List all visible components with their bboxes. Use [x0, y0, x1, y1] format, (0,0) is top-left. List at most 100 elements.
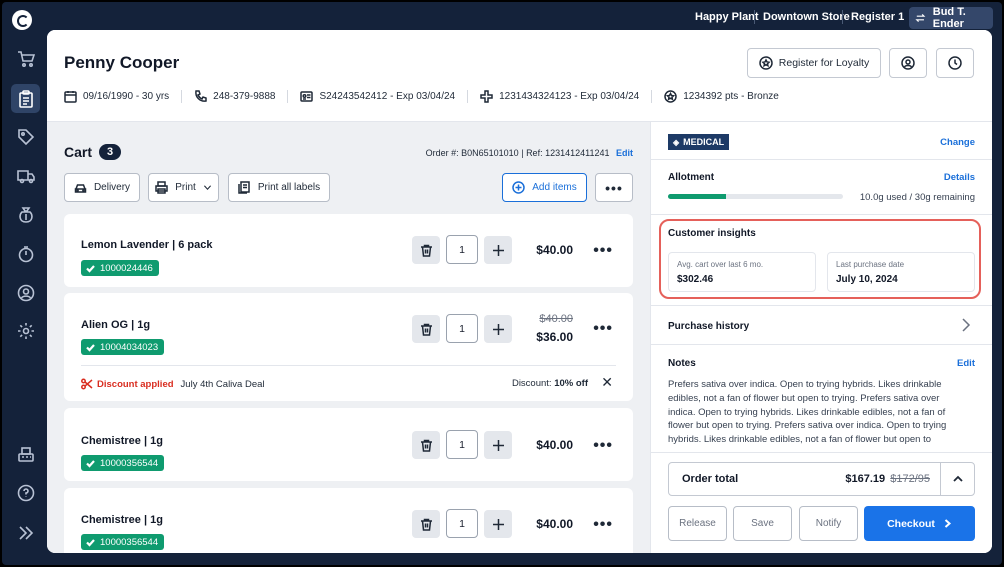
increase-quantity-button[interactable]	[484, 431, 512, 459]
item-more-button[interactable]: •••	[593, 243, 613, 259]
quantity-input[interactable]: 1	[446, 430, 478, 459]
print-dropdown-button[interactable]: Print	[148, 173, 219, 202]
register-icon[interactable]	[15, 443, 37, 465]
change-type-link[interactable]: Change	[940, 137, 975, 148]
app-frame: Happy Plant Downtown Store Register 1 Bu…	[2, 2, 1002, 565]
swap-icon	[915, 14, 926, 22]
customer-profile-button[interactable]	[889, 48, 927, 78]
sku-text: 1000024446	[100, 262, 153, 274]
divider	[842, 10, 843, 24]
quantity-input[interactable]: 1	[446, 235, 478, 264]
purchase-history-row[interactable]: Purchase history	[668, 321, 749, 332]
remove-item-button[interactable]	[412, 236, 440, 264]
sku-badge: 10004034023	[81, 339, 165, 355]
check-icon	[86, 264, 95, 273]
user-switch-button[interactable]: Bud T. Ender	[909, 6, 993, 30]
increase-quantity-button[interactable]	[484, 510, 512, 538]
item-more-button[interactable]: •••	[593, 517, 613, 533]
plus-icon	[492, 439, 504, 451]
cart-icon[interactable]	[15, 48, 37, 70]
remove-item-button[interactable]	[412, 510, 440, 538]
customer-info-row: 09/16/1990 - 30 yrs 248-379-9888 S242435…	[64, 90, 803, 103]
main-panel: Penny Cooper 09/16/1990 - 30 yrs 248-379…	[47, 30, 992, 553]
allotment-progress-bar	[668, 194, 843, 199]
order-number: Order #: B0N65101010	[425, 148, 519, 158]
item-price: $40.00	[536, 438, 573, 452]
divider	[651, 452, 992, 453]
medical-id-info: 1231434324123 - Exp 03/04/24	[480, 90, 653, 103]
edit-notes-link[interactable]: Edit	[957, 358, 975, 369]
clipboard-icon[interactable]	[15, 88, 37, 110]
settings-icon[interactable]	[15, 320, 37, 342]
discount-applied: Discount applied July 4th Caliva Deal	[81, 378, 265, 390]
quantity-input[interactable]: 1	[446, 509, 478, 538]
order-total-bar[interactable]: Order total $167.19 $172/95	[668, 462, 975, 496]
print-all-labels-button[interactable]: Print all labels	[228, 173, 330, 202]
expand-nav-icon[interactable]	[15, 522, 37, 544]
sku-text: 10004034023	[100, 341, 159, 353]
help-icon[interactable]	[15, 482, 37, 504]
cart-more-button[interactable]: •••	[595, 173, 633, 202]
truck-icon[interactable]	[15, 165, 37, 187]
notify-button[interactable]: Notify	[799, 506, 858, 541]
insights-title: Customer insights	[668, 228, 756, 239]
expand-total-button[interactable]	[940, 463, 974, 495]
scissors-icon	[81, 378, 93, 390]
user-profile-icon	[901, 56, 915, 70]
plus-circle-icon	[512, 181, 526, 194]
timer-icon[interactable]	[15, 243, 37, 265]
more-dots-icon: •••	[605, 179, 623, 196]
insight-label: Last purchase date	[836, 260, 905, 269]
allotment-details-link[interactable]: Details	[944, 172, 975, 183]
checkout-button[interactable]: Checkout	[864, 506, 975, 541]
print-all-labels-label: Print all labels	[257, 182, 321, 193]
save-button[interactable]: Save	[733, 506, 792, 541]
increase-quantity-button[interactable]	[484, 236, 512, 264]
phone-icon	[195, 90, 207, 102]
id-card-icon	[300, 91, 314, 102]
register-loyalty-button[interactable]: Register for Loyalty	[747, 48, 881, 78]
checkout-label: Checkout	[887, 517, 935, 530]
increase-quantity-button[interactable]	[484, 315, 512, 343]
location-name[interactable]: Downtown Store	[763, 11, 850, 23]
add-items-button[interactable]: Add items	[502, 173, 587, 202]
edit-order-link[interactable]: Edit	[616, 148, 633, 158]
remove-discount-icon[interactable]: ✕	[601, 374, 613, 391]
remove-item-button[interactable]	[412, 431, 440, 459]
divider	[651, 344, 992, 345]
chevron-right-icon	[944, 519, 951, 528]
store-name[interactable]: Happy Plant	[695, 11, 759, 23]
notes-text: Prefers sativa over indica. Open to tryi…	[668, 379, 947, 446]
release-button[interactable]: Release	[668, 506, 727, 541]
quantity-input[interactable]: 1	[446, 314, 478, 343]
register-loyalty-label: Register for Loyalty	[778, 57, 870, 69]
plus-icon	[492, 323, 504, 335]
customer-name: Penny Cooper	[64, 53, 180, 72]
discount-prefix: Discount:	[511, 378, 552, 389]
phone-text: 248-379-9888	[213, 91, 276, 102]
tags-icon[interactable]	[15, 126, 37, 148]
customer-type-badge[interactable]: ◈ MEDICAL	[668, 134, 730, 150]
chevron-right-icon[interactable]	[960, 318, 972, 332]
divider	[651, 159, 992, 160]
delivery-button[interactable]: Delivery	[64, 173, 140, 202]
allotment-progress-fill	[668, 194, 727, 199]
diamond-icon: ◈	[673, 137, 680, 147]
cart-panel: Cart 3 Order #: B0N65101010 | Ref: 12314…	[47, 122, 650, 553]
delivery-label: Delivery	[93, 182, 131, 193]
app-logo[interactable]	[12, 10, 32, 30]
item-name: Lemon Lavender | 6 pack	[81, 239, 213, 251]
avg-cart-card: Avg. cart over last 6 mo. $302.46	[668, 252, 816, 292]
last-purchase-card: Last purchase date July 10, 2024	[827, 252, 975, 292]
customer-search-icon[interactable]	[15, 282, 37, 304]
chevron-down-icon	[203, 185, 211, 191]
item-more-button[interactable]: •••	[593, 438, 613, 454]
register-name[interactable]: Register 1	[851, 11, 904, 23]
remove-item-button[interactable]	[412, 315, 440, 343]
user-name: Bud T. Ender	[932, 6, 966, 30]
item-more-button[interactable]: •••	[593, 321, 613, 337]
customer-history-button[interactable]	[936, 48, 974, 78]
money-bag-icon[interactable]	[15, 204, 37, 226]
loyalty-star-icon	[759, 56, 773, 70]
calendar-icon	[64, 91, 77, 103]
